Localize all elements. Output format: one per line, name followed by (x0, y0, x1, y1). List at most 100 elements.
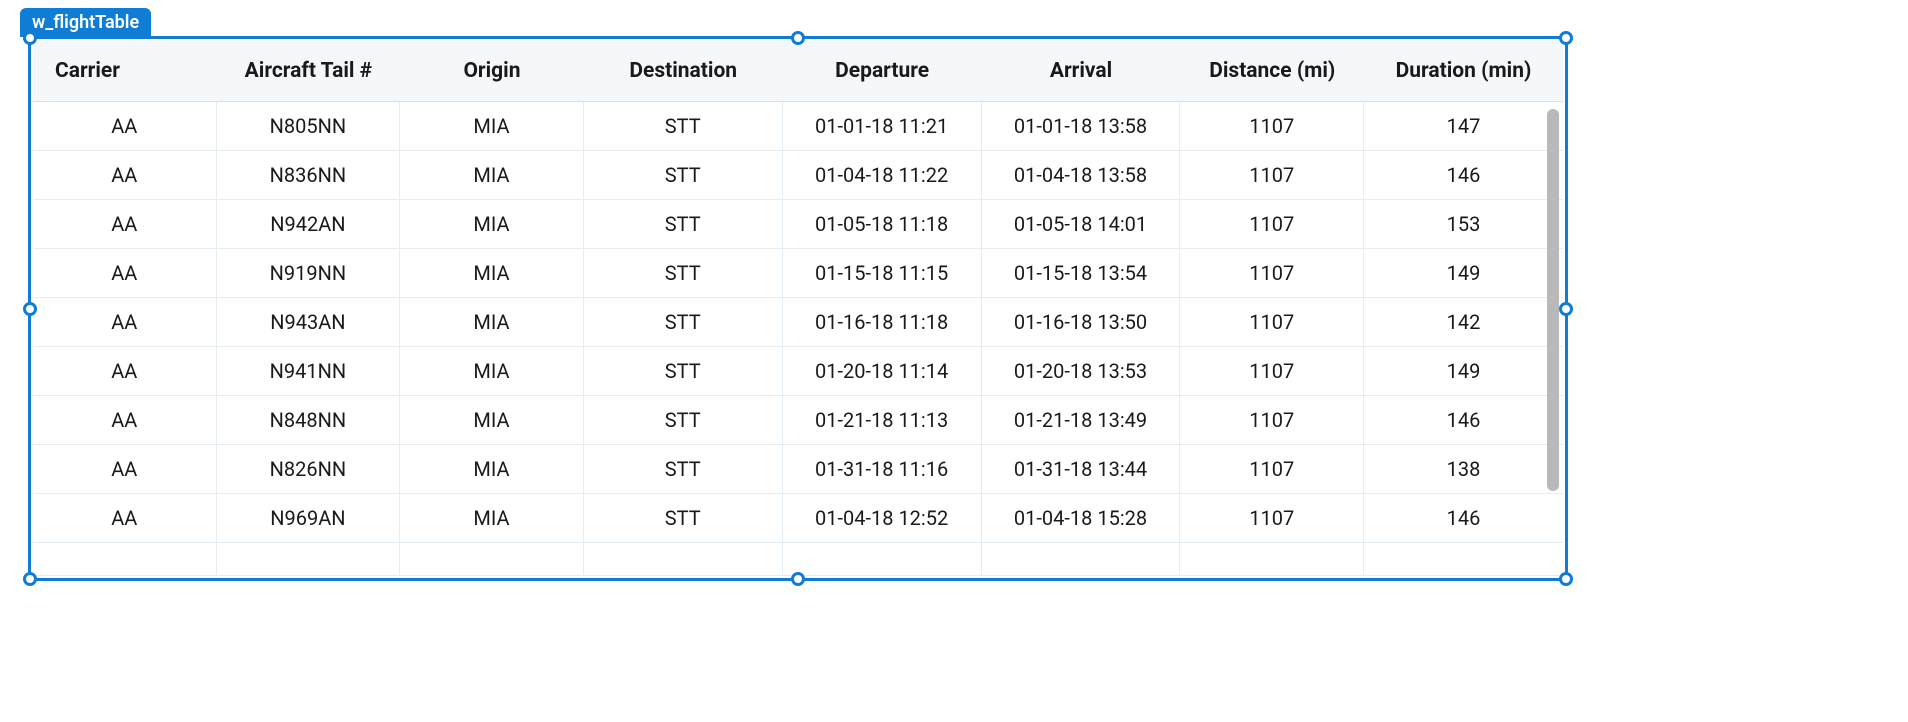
table-cell (1180, 543, 1364, 576)
table-cell: STT (584, 200, 783, 249)
table-row[interactable]: AAN805NNMIASTT01-01-18 11:2101-01-18 13:… (33, 102, 1563, 151)
table-cell: 01-01-18 13:58 (982, 102, 1181, 151)
table-cell: 1107 (1180, 102, 1364, 151)
col-header-carrier[interactable]: Carrier (33, 41, 217, 102)
selection-box[interactable]: Carrier Aircraft Tail # Origin Destinati… (28, 36, 1568, 581)
table-cell: 146 (1364, 151, 1563, 200)
table-cell: N919NN (217, 249, 401, 298)
col-header-arrival[interactable]: Arrival (982, 41, 1181, 102)
table-cell: 01-04-18 15:28 (982, 494, 1181, 543)
table-cell: 1107 (1180, 249, 1364, 298)
table-cell: 01-15-18 13:54 (982, 249, 1181, 298)
table-row[interactable]: AAN941NNMIASTT01-20-18 11:1401-20-18 13:… (33, 347, 1563, 396)
table-cell: 146 (1364, 396, 1563, 445)
table-cell: 138 (1364, 445, 1563, 494)
table-cell: AA (33, 151, 217, 200)
table-cell: N942AN (217, 200, 401, 249)
table-cell (217, 543, 401, 576)
table-cell: N826NN (217, 445, 401, 494)
resize-handle-bottom-right[interactable] (1559, 572, 1573, 586)
table-cell (584, 543, 783, 576)
table-cell: N943AN (217, 298, 401, 347)
table-cell: AA (33, 249, 217, 298)
table-cell: MIA (400, 445, 584, 494)
table-cell: 01-01-18 11:21 (783, 102, 982, 151)
col-header-origin[interactable]: Origin (400, 41, 584, 102)
resize-handle-middle-left[interactable] (23, 302, 37, 316)
table-cell: N941NN (217, 347, 401, 396)
table-cell: STT (584, 298, 783, 347)
table-cell: 1107 (1180, 151, 1364, 200)
table-cell (400, 543, 584, 576)
table-cell: AA (33, 200, 217, 249)
table-row[interactable]: AAN943ANMIASTT01-16-18 11:1801-16-18 13:… (33, 298, 1563, 347)
table-cell: 1107 (1180, 298, 1364, 347)
table-cell: STT (584, 347, 783, 396)
col-header-departure[interactable]: Departure (783, 41, 982, 102)
col-header-duration[interactable]: Duration (min) (1364, 41, 1563, 102)
table-cell: 01-20-18 13:53 (982, 347, 1181, 396)
table-cell: 1107 (1180, 396, 1364, 445)
table-cell: 01-20-18 11:14 (783, 347, 982, 396)
table-cell (783, 543, 982, 576)
table-cell: 149 (1364, 249, 1563, 298)
table-cell: 147 (1364, 102, 1563, 151)
table-cell: AA (33, 298, 217, 347)
resize-handle-middle-right[interactable] (1559, 302, 1573, 316)
table-cell: AA (33, 494, 217, 543)
table-cell: STT (584, 494, 783, 543)
table-cell: STT (584, 102, 783, 151)
table-cell: 01-16-18 13:50 (982, 298, 1181, 347)
widget-name-tag[interactable]: w_flightTable (20, 8, 151, 37)
table-cell (33, 543, 217, 576)
table-cell: AA (33, 102, 217, 151)
table-row[interactable]: AAN836NNMIASTT01-04-18 11:2201-04-18 13:… (33, 151, 1563, 200)
resize-handle-top-middle[interactable] (791, 31, 805, 45)
table-cell: 1107 (1180, 347, 1364, 396)
resize-handle-top-left[interactable] (23, 31, 37, 45)
flight-table-container: Carrier Aircraft Tail # Origin Destinati… (31, 39, 1565, 578)
table-cell: 01-16-18 11:18 (783, 298, 982, 347)
table-cell: N848NN (217, 396, 401, 445)
table-cell: 142 (1364, 298, 1563, 347)
table-row[interactable]: AAN848NNMIASTT01-21-18 11:1301-21-18 13:… (33, 396, 1563, 445)
table-row[interactable]: AAN942ANMIASTT01-05-18 11:1801-05-18 14:… (33, 200, 1563, 249)
resize-handle-bottom-middle[interactable] (791, 572, 805, 586)
table-cell: 1107 (1180, 494, 1364, 543)
table-cell: MIA (400, 102, 584, 151)
table-cell: 1107 (1180, 200, 1364, 249)
table-cell: AA (33, 396, 217, 445)
col-header-tail[interactable]: Aircraft Tail # (217, 41, 401, 102)
table-cell: 01-04-18 13:58 (982, 151, 1181, 200)
table-cell: 01-04-18 12:52 (783, 494, 982, 543)
table-cell: N836NN (217, 151, 401, 200)
table-cell: 1107 (1180, 445, 1364, 494)
table-cell: STT (584, 396, 783, 445)
table-cell: 149 (1364, 347, 1563, 396)
table-cell: MIA (400, 494, 584, 543)
table-header-row: Carrier Aircraft Tail # Origin Destinati… (33, 41, 1563, 102)
table-cell: STT (584, 445, 783, 494)
table-cell: MIA (400, 200, 584, 249)
scrollbar-track[interactable] (1547, 109, 1559, 558)
col-header-distance[interactable]: Distance (mi) (1180, 41, 1364, 102)
table-cell: STT (584, 249, 783, 298)
table-cell: 01-31-18 11:16 (783, 445, 982, 494)
table-cell: MIA (400, 347, 584, 396)
table-cell: 01-21-18 13:49 (982, 396, 1181, 445)
table-row[interactable]: AAN826NNMIASTT01-31-18 11:1601-31-18 13:… (33, 445, 1563, 494)
table-cell: AA (33, 445, 217, 494)
table-row[interactable]: AAN969ANMIASTT01-04-18 12:5201-04-18 15:… (33, 494, 1563, 543)
scrollbar-thumb[interactable] (1547, 109, 1559, 491)
table-cell: STT (584, 151, 783, 200)
resize-handle-top-right[interactable] (1559, 31, 1573, 45)
table-cell: 01-04-18 11:22 (783, 151, 982, 200)
table-cell: AA (33, 347, 217, 396)
col-header-destination[interactable]: Destination (584, 41, 783, 102)
table-cell: MIA (400, 151, 584, 200)
table-cell: MIA (400, 396, 584, 445)
table-cell: N969AN (217, 494, 401, 543)
resize-handle-bottom-left[interactable] (23, 572, 37, 586)
table-row[interactable]: AAN919NNMIASTT01-15-18 11:1501-15-18 13:… (33, 249, 1563, 298)
table-cell: N805NN (217, 102, 401, 151)
